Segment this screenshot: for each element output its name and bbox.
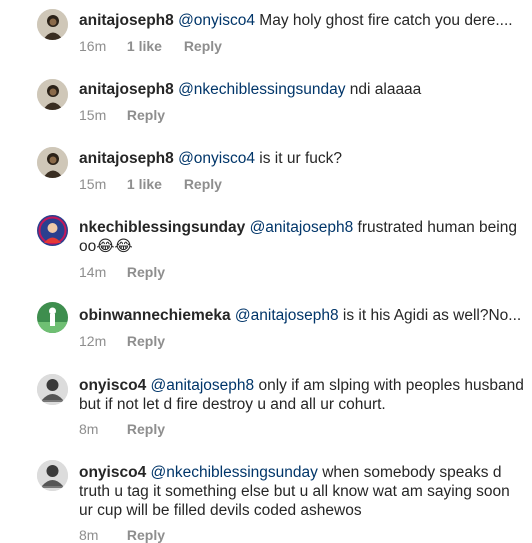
- comment-body: anitajoseph8 @nkechiblessingsunday ndi a…: [79, 80, 526, 99]
- comment-username[interactable]: anitajoseph8: [79, 81, 174, 98]
- comment-meta: 14m Reply: [79, 264, 165, 280]
- comment-meta: 15m 1 like Reply: [79, 176, 222, 192]
- comment-likes[interactable]: 1 like: [127, 38, 162, 54]
- comment-mention[interactable]: @onyisco4: [178, 12, 255, 29]
- comment-mention[interactable]: @anitajoseph8: [235, 307, 339, 324]
- comment-time: 14m: [79, 264, 107, 280]
- comment-text: May holy ghost fire catch you dere....: [259, 12, 513, 29]
- comment-time: 12m: [79, 333, 107, 349]
- comment-username[interactable]: nkechiblessingsunday: [79, 219, 245, 236]
- comment-meta: 16m 1 like Reply: [79, 38, 222, 54]
- comment-mention[interactable]: @nkechiblessingsunday: [178, 81, 345, 98]
- comment-body: onyisco4 @nkechiblessingsunday when some…: [79, 463, 526, 520]
- reply-button[interactable]: Reply: [184, 38, 222, 54]
- avatar[interactable]: [37, 460, 68, 491]
- comment-meta: 15m Reply: [79, 107, 165, 123]
- avatar[interactable]: [37, 374, 68, 405]
- comment-meta: 12m Reply: [79, 333, 165, 349]
- comment-time: 15m: [79, 107, 107, 123]
- comment-mention[interactable]: @anitajoseph8: [250, 219, 354, 236]
- avatar[interactable]: [37, 215, 68, 246]
- comment-username[interactable]: onyisco4: [79, 377, 146, 394]
- comment-body: anitajoseph8 @onyisco4 May holy ghost fi…: [79, 11, 526, 30]
- comment-text: ndi alaaaa: [349, 81, 422, 98]
- comment-username[interactable]: anitajoseph8: [79, 12, 174, 29]
- comment-likes[interactable]: 1 like: [127, 176, 162, 192]
- comment-meta: 8m Reply: [79, 527, 165, 543]
- comment-mention[interactable]: @nkechiblessingsunday: [151, 464, 318, 481]
- comment-body: obinwannechiemeka @anitajoseph8 is it hi…: [79, 306, 526, 325]
- comment-meta: 8m Reply: [79, 421, 165, 437]
- comment-username[interactable]: onyisco4: [79, 464, 146, 481]
- reply-button[interactable]: Reply: [127, 107, 165, 123]
- comment-username[interactable]: obinwannechiemeka: [79, 307, 231, 324]
- avatar[interactable]: [37, 147, 68, 178]
- comment-time: 15m: [79, 176, 107, 192]
- comment-time: 16m: [79, 38, 107, 54]
- comment-mention[interactable]: @anitajoseph8: [151, 377, 255, 394]
- reply-button[interactable]: Reply: [127, 421, 165, 437]
- comment-text: only if am slping with peoples husband b…: [79, 377, 524, 413]
- comment-body: anitajoseph8 @onyisco4 is it ur fuck?: [79, 149, 526, 168]
- avatar[interactable]: [37, 9, 68, 40]
- reply-button[interactable]: Reply: [127, 333, 165, 349]
- comment-mention[interactable]: @onyisco4: [178, 150, 255, 167]
- reply-button[interactable]: Reply: [127, 264, 165, 280]
- avatar[interactable]: [37, 302, 68, 333]
- avatar[interactable]: [37, 79, 68, 110]
- comment-time: 8m: [79, 527, 99, 543]
- comment-body: nkechiblessingsunday @anitajoseph8 frust…: [79, 218, 526, 256]
- comment-username[interactable]: anitajoseph8: [79, 150, 174, 167]
- reply-button[interactable]: Reply: [127, 527, 165, 543]
- comment-text: is it ur fuck?: [259, 150, 342, 167]
- comment-text: is it his Agidi as well?No...: [342, 307, 522, 324]
- comment-time: 8m: [79, 421, 99, 437]
- reply-button[interactable]: Reply: [184, 176, 222, 192]
- comment-body: onyisco4 @anitajoseph8 only if am slping…: [79, 376, 526, 414]
